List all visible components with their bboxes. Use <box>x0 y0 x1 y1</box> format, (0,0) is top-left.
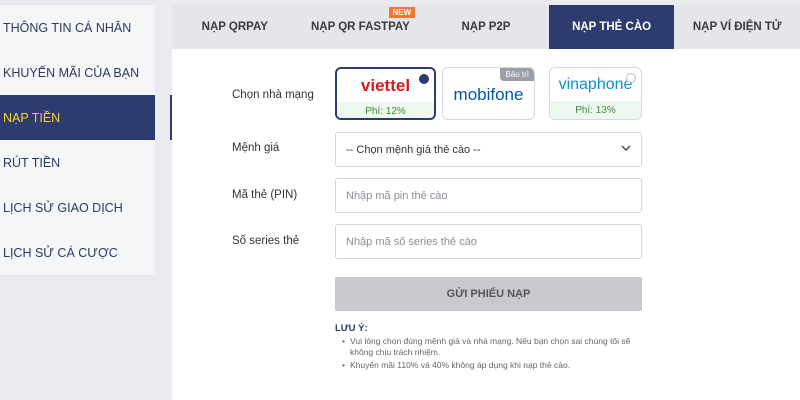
carrier-fee: Phí: 13% <box>550 101 641 119</box>
notes-title: LƯU Ý: <box>335 323 368 334</box>
serial-label: Số series thẻ <box>232 235 300 247</box>
tab-ewallet[interactable]: NẠP VÍ ĐIỆN TỬ NEW <box>674 5 800 49</box>
sidebar-item-bet-history[interactable]: LỊCH SỬ CÁ CƯỢC <box>0 230 155 275</box>
sidebar-item-withdraw[interactable]: RÚT TIỀN <box>0 140 155 185</box>
tab-label: NẠP VÍ ĐIỆN TỬ <box>692 21 782 33</box>
sidebar-item-personal-info[interactable]: THÔNG TIN CÁ NHÂN <box>0 5 155 50</box>
viettel-logo: viettel <box>360 75 411 95</box>
carrier-mobifone[interactable]: mobifone Bảo trì <box>442 67 535 120</box>
sidebar-item-transaction-history[interactable]: LỊCH SỬ GIAO DỊCH <box>0 185 155 230</box>
carrier-viettel[interactable]: viettel Phí: 12% <box>335 67 436 120</box>
carrier-fee: Phí: 12% <box>337 102 434 118</box>
tab-label: NẠP QR FASTPAY <box>310 21 410 33</box>
note-item: Vui lòng chọn đúng mệnh giá và nhà mạng.… <box>342 336 652 359</box>
maintenance-badge: Bảo trì <box>500 68 534 81</box>
carrier-vinaphone[interactable]: vinaphone Phí: 13% <box>549 67 642 120</box>
tab-qr-fastpay[interactable]: NẠP QR FASTPAY NEW <box>298 5 424 49</box>
sidebar-item-deposit[interactable]: NẠP TIỀN <box>0 95 155 140</box>
tab-qrpay[interactable]: NẠP QRPAY <box>172 5 298 49</box>
deposit-tabs: NẠP QRPAY NẠP QR FASTPAY NEW NẠP P2P NẠP… <box>172 5 800 49</box>
new-badge: NEW <box>388 7 416 18</box>
notes-list: Vui lòng chọn đúng mệnh giá và nhà mạng.… <box>342 336 652 372</box>
denomination-label: Mệnh giá <box>232 142 280 154</box>
serial-input[interactable] <box>335 224 642 259</box>
account-sidebar: THÔNG TIN CÁ NHÂN KHUYẾN MÃI CỦA BẠN NẠP… <box>0 5 155 275</box>
denomination-value: -- Chọn mệnh giá thẻ cào -- <box>346 143 481 156</box>
tab-label: NẠP THẺ CÀO <box>572 21 652 33</box>
note-item: Khuyến mãi 110% và 40% không áp dụng khi… <box>342 360 652 372</box>
tab-label: NẠP QRPAY <box>201 21 268 33</box>
deposit-panel: NẠP QRPAY NẠP QR FASTPAY NEW NẠP P2P NẠP… <box>172 5 800 400</box>
radio-selected-icon <box>419 74 429 84</box>
pin-label: Mã thẻ (PIN) <box>232 189 298 201</box>
chevron-down-icon <box>621 143 631 156</box>
tab-p2p[interactable]: NẠP P2P <box>423 5 549 49</box>
radio-unselected-icon <box>626 73 636 83</box>
submit-button[interactable]: GỬI PHIẾU NẠP <box>335 277 642 311</box>
pin-input[interactable] <box>335 178 642 213</box>
carrier-label: Chọn nhà mạng <box>232 89 314 101</box>
tab-label: NẠP P2P <box>461 21 511 33</box>
tab-scratch-card[interactable]: NẠP THẺ CÀO <box>548 5 675 49</box>
sidebar-item-promotions[interactable]: KHUYẾN MÃI CỦA BẠN <box>0 50 155 95</box>
denomination-select[interactable]: -- Chọn mệnh giá thẻ cào -- <box>335 132 642 167</box>
